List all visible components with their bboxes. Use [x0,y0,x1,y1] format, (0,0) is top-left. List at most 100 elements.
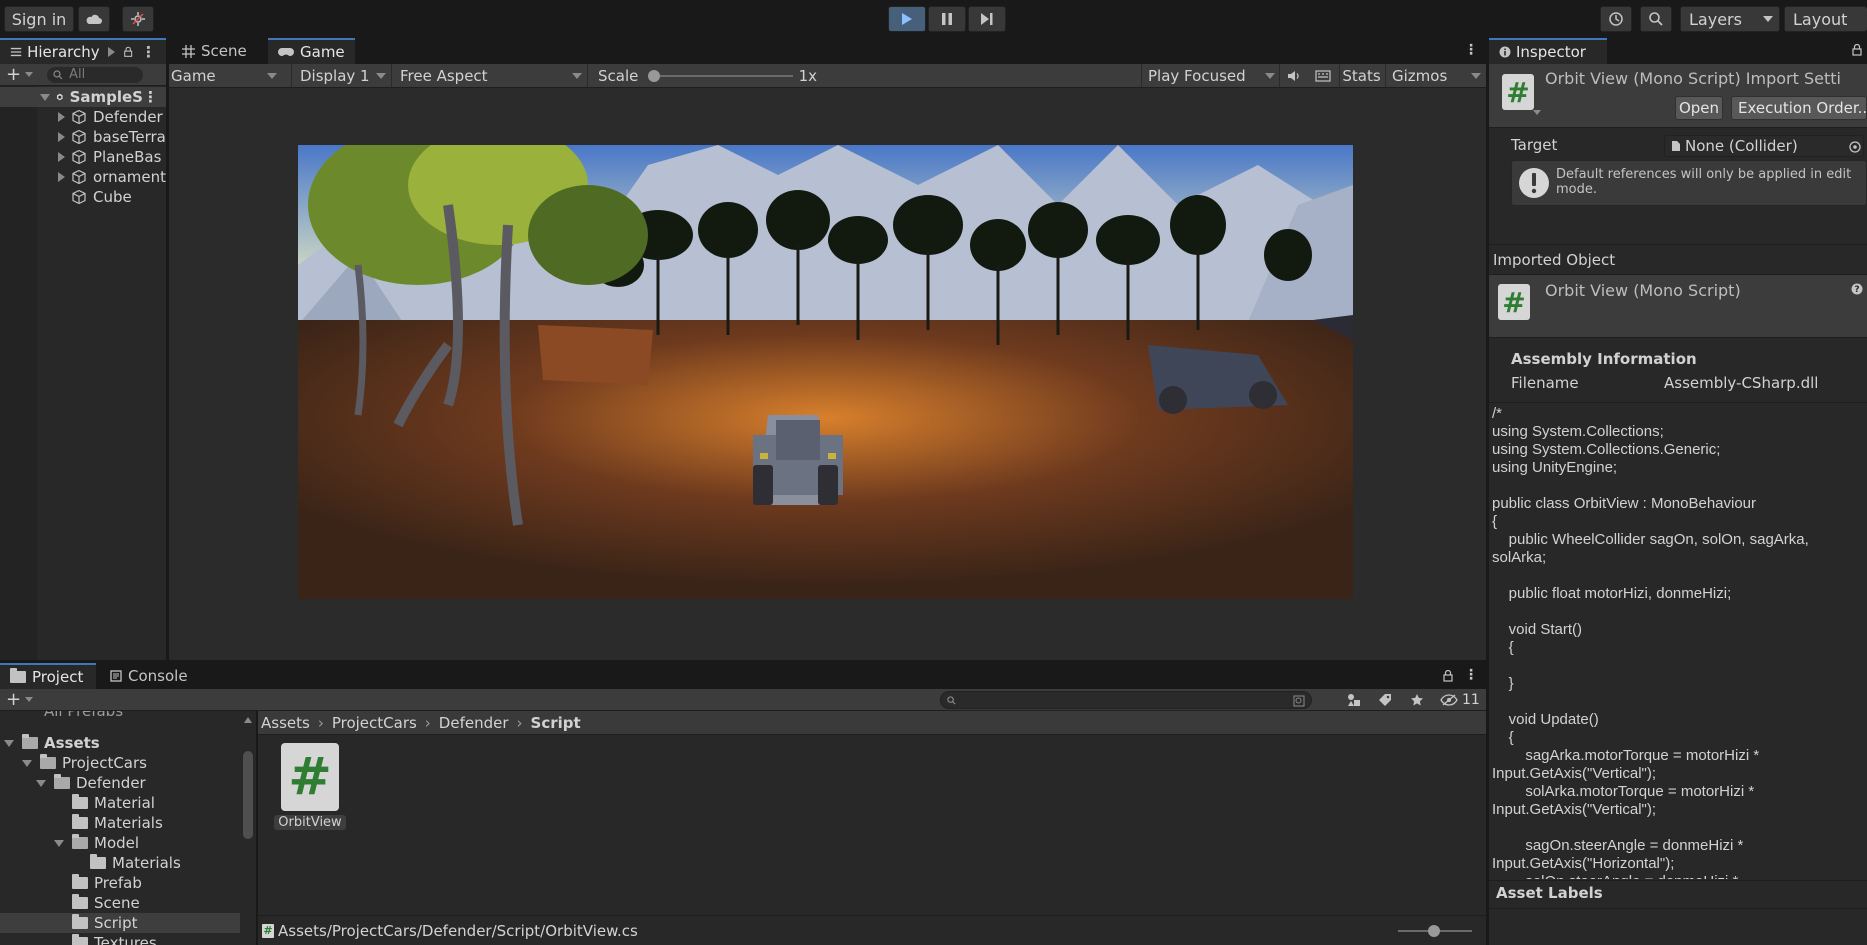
tree-item-assets[interactable]: Assets [4,733,100,753]
tab-game[interactable]: Game [268,38,355,64]
tree-item[interactable]: Textures [72,933,157,945]
expand-icon[interactable] [58,132,65,142]
collapse-icon[interactable] [22,759,32,767]
chevron-down-icon[interactable] [25,697,34,702]
hierarchy-item[interactable]: PlaneBas [0,147,166,167]
asset-item[interactable]: # OrbitView [274,743,346,833]
more-options-icon[interactable]: ⋮ [1464,42,1478,58]
mute-audio-button[interactable] [1279,64,1307,87]
game-toolbar: Game Display 1 Free Aspect Scale 1x Play… [169,64,1486,88]
execution-order-button[interactable]: Execution Order... [1731,96,1867,120]
lock-icon[interactable] [1851,44,1863,56]
target-field[interactable]: None (Collider) [1664,135,1864,157]
tree-item[interactable]: All Prefabs [44,711,123,721]
scale-slider[interactable] [648,69,793,82]
tab-hierarchy[interactable]: Hierarchy ⋮ [0,38,166,64]
tree-item[interactable]: Materials [72,813,163,833]
tab-console[interactable]: Console [100,663,198,689]
more-options-icon[interactable]: ⋮ [141,43,156,61]
display-dropdown[interactable]: Display 1 [291,64,386,87]
hierarchy-item-label: PlaneBas [93,148,162,166]
expand-icon[interactable] [58,152,65,162]
favorite-star-icon[interactable] [1410,693,1424,707]
expand-icon[interactable] [107,47,115,57]
add-icon[interactable]: + [6,689,21,710]
tree-item[interactable]: Defender [36,773,146,793]
layers-dropdown[interactable]: Layers [1680,6,1780,32]
hierarchy-item[interactable]: baseTerra [0,127,166,147]
tab-hierarchy-label: Hierarchy [27,43,100,61]
tree-scrollbar[interactable] [240,711,256,945]
list-icon [10,47,22,57]
breadcrumb-item[interactable]: ProjectCars [332,714,417,732]
object-picker-icon[interactable] [1849,141,1861,153]
breadcrumb-item-current[interactable]: Script [531,714,581,732]
layout-dropdown[interactable]: Layout [1784,6,1867,32]
expand-icon[interactable] [58,112,65,122]
pause-button[interactable] [928,6,966,32]
aspect-dropdown[interactable]: Free Aspect [391,64,586,87]
hierarchy-search-input[interactable]: All [47,66,144,83]
lock-icon[interactable] [123,46,133,58]
tree-item-selected[interactable]: Script [0,913,240,933]
icon-size-slider[interactable] [1398,925,1472,937]
expand-icon[interactable] [58,172,65,182]
play-focused-dropdown[interactable]: Play Focused [1141,64,1277,87]
more-options-icon[interactable]: ⋮ [143,88,158,106]
search-by-icon[interactable] [1293,695,1305,707]
sign-in-button[interactable]: Sign in [4,6,74,32]
hierarchy-item[interactable]: Cube [0,187,166,207]
stats-button[interactable]: Stats [1339,64,1383,87]
scale-slider-thumb[interactable] [648,69,661,82]
lock-icon[interactable] [1442,670,1454,682]
open-button[interactable]: Open [1675,96,1723,120]
gizmos-dropdown[interactable]: Gizmos [1385,64,1485,87]
hierarchy-scene-row[interactable]: SampleS ⋮ [0,87,166,107]
play-focused-label: Play Focused [1148,66,1246,85]
tree-item[interactable]: Material [72,793,155,813]
chevron-down-icon[interactable] [25,72,34,77]
tab-scene[interactable]: Scene [172,38,257,64]
collapse-icon[interactable] [36,779,46,787]
stats-label: Stats [1342,66,1381,85]
collapse-icon[interactable] [54,839,64,847]
hierarchy-item[interactable]: Defender [0,107,166,127]
help-icon[interactable]: ? [1851,283,1863,295]
search-by-type-icon[interactable] [1346,693,1362,707]
collab-button[interactable] [122,6,154,32]
tab-inspector[interactable]: Inspector [1489,38,1607,64]
tree-item[interactable]: Materials [90,853,181,873]
search-button[interactable] [1640,6,1672,32]
label-icon[interactable] [1378,693,1392,707]
game-mode-dropdown[interactable]: Game [171,64,281,87]
scroll-up-icon[interactable] [244,717,252,723]
divider [1489,908,1867,909]
breadcrumb-item[interactable]: Assets [261,714,310,732]
history-button[interactable] [1600,6,1632,32]
tree-item[interactable]: ProjectCars [22,753,147,773]
more-options-icon[interactable]: ⋮ [1464,667,1478,683]
breadcrumb-item[interactable]: Defender [439,714,509,732]
hierarchy-item[interactable]: ornament [0,167,166,187]
tree-item[interactable]: Model [54,833,139,853]
tree-item-label: Script [94,914,138,932]
hidden-packages-toggle[interactable]: 11 [1440,689,1480,711]
step-button[interactable] [968,6,1006,32]
tab-project[interactable]: Project [0,663,96,689]
shortcuts-button[interactable] [1309,64,1337,87]
game-render[interactable] [298,145,1353,599]
slider-thumb[interactable] [1428,925,1440,937]
play-button[interactable] [888,6,926,32]
asset-labels-header[interactable]: Asset Labels [1496,884,1603,902]
project-search-input[interactable] [940,691,1312,709]
cloud-button[interactable] [78,6,110,32]
collapse-icon[interactable] [4,739,14,747]
chevron-down-icon [572,73,582,79]
tree-item[interactable]: Prefab [72,873,142,893]
tree-item[interactable]: Scene [72,893,140,913]
scrollbar-thumb[interactable] [243,751,253,839]
collapse-icon[interactable] [40,93,50,101]
divider [1489,402,1867,403]
add-icon[interactable]: + [6,64,21,85]
chevron-down-icon[interactable] [1533,110,1541,115]
